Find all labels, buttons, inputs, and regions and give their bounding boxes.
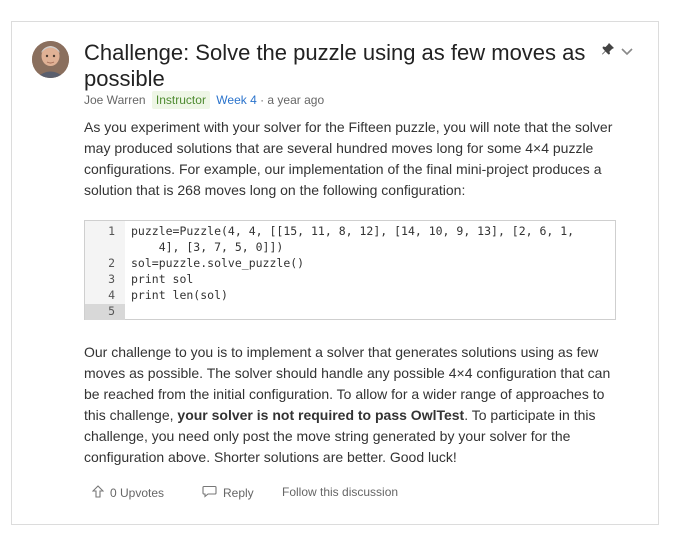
pin-icon[interactable]: [601, 42, 615, 56]
week-link[interactable]: Week 4: [216, 93, 256, 107]
reply-label: Reply: [223, 486, 254, 500]
speech-bubble-icon: [202, 485, 223, 501]
avatar[interactable]: [32, 41, 69, 78]
line-number: 2: [108, 256, 115, 270]
code-line: print len(sol): [131, 288, 228, 302]
code-line: puzzle=Puzzle(4, 4, [[15, 11, 8, 12], [1…: [131, 224, 575, 238]
upvote-button[interactable]: 0 Upvotes: [91, 485, 165, 501]
follow-discussion-link[interactable]: Follow this discussion: [282, 485, 398, 499]
line-number: 3: [108, 272, 115, 286]
reply-button[interactable]: Reply: [202, 485, 254, 501]
post-paragraph-1: As you experiment with your solver for t…: [84, 119, 613, 198]
code-line-wrap: 4], [3, 7, 5, 0]]): [131, 240, 284, 254]
post-meta: Joe Warren Instructor Week 4 · a year ag…: [84, 91, 324, 109]
role-badge: Instructor: [151, 91, 210, 109]
follow-label: Follow this discussion: [282, 485, 399, 499]
line-number-active: 5: [85, 304, 125, 320]
upvote-count: 0 Upvotes: [110, 486, 165, 500]
post-time: a year ago: [267, 93, 325, 107]
post-paragraph-2: Our challenge to you is to implement a s…: [84, 342, 624, 468]
discussion-post: Challenge: Solve the puzzle using as few…: [11, 21, 659, 525]
line-number: 1: [108, 224, 115, 238]
arrow-up-icon: [91, 485, 110, 501]
meta-separator: ·: [256, 93, 268, 107]
paragraph-2-bold: your solver is not required to pass OwlT…: [177, 407, 465, 423]
line-number: 4: [108, 288, 115, 302]
author-name[interactable]: Joe Warren: [84, 93, 146, 107]
code-line: sol=puzzle.solve_puzzle(): [131, 256, 305, 270]
code-block: 1 2 3 4 5 puzzle=Puzzle(4, 4, [[15, 11, …: [84, 220, 616, 320]
post-title: Challenge: Solve the puzzle using as few…: [84, 40, 586, 91]
chevron-down-icon[interactable]: [621, 44, 633, 56]
code-line: print sol: [131, 272, 194, 286]
